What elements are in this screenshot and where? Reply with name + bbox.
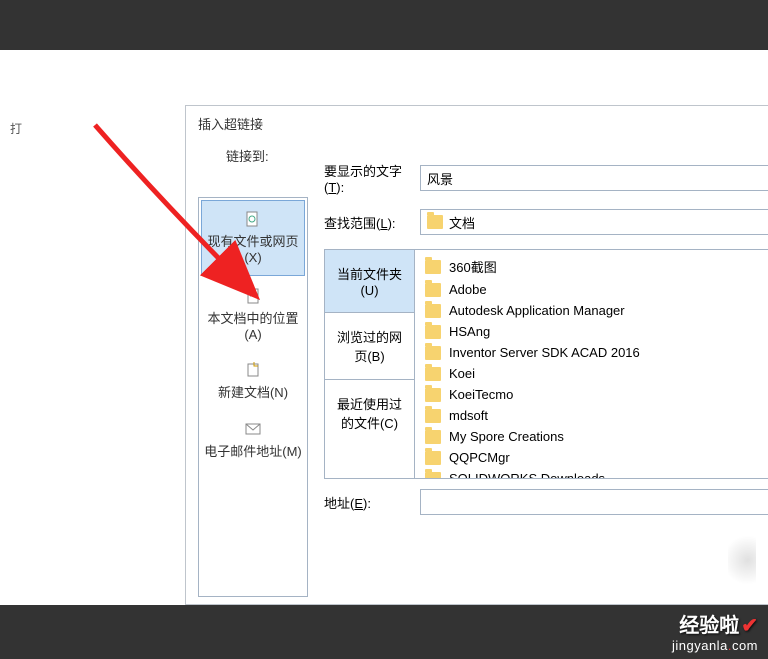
linkto-new-doc[interactable]: 新建文档(N) [199, 352, 307, 411]
list-item[interactable]: HSAng [415, 321, 768, 342]
list-item[interactable]: KoeiTecmo [415, 384, 768, 405]
linkto-existing-file[interactable]: 现有文件或网页(X) [201, 200, 305, 276]
link-to-label: 链接到: [226, 146, 269, 165]
document-icon [245, 288, 261, 304]
lookup-value: 文档 [449, 213, 475, 232]
folder-icon [425, 409, 441, 423]
list-item[interactable]: My Spore Creations [415, 426, 768, 447]
folder-icon [425, 472, 441, 479]
folder-icon [425, 260, 441, 274]
link-to-panel: 现有文件或网页(X) 本文档中的位置(A) 新建文档(N) 电子邮件地址(M) [198, 197, 308, 597]
list-item[interactable]: mdsoft [415, 405, 768, 426]
browse-area: 当前文件夹(U) 浏览过的网页(B) 最近使用过的文件(C) 360截图 Ado… [324, 249, 768, 479]
folder-icon [425, 304, 441, 318]
folder-icon [425, 388, 441, 402]
address-input[interactable] [420, 489, 768, 515]
list-item[interactable]: QQPCMgr [415, 447, 768, 468]
linkto-label: 电子邮件地址( [204, 444, 286, 459]
dialog-title: 插入超链接 [186, 106, 768, 141]
tab-current-folder[interactable]: 当前文件夹(U) [325, 250, 414, 313]
list-item[interactable]: Adobe [415, 279, 768, 300]
insert-hyperlink-dialog: 插入超链接 链接到: 现有文件或网页(X) 本文档中的位置(A) 新建文档(N)… [185, 105, 768, 605]
watermark-brand: 经验啦 [679, 615, 739, 637]
list-item[interactable]: Autodesk Application Manager [415, 300, 768, 321]
list-item[interactable]: 360截图 [415, 254, 768, 279]
browse-tabs: 当前文件夹(U) 浏览过的网页(B) 最近使用过的文件(C) [325, 250, 415, 478]
dialog-main-area: 要显示的文字(T): 查找范围(L): 文档 当前文件夹(U) [324, 161, 768, 597]
folder-icon [425, 367, 441, 381]
folder-icon [425, 325, 441, 339]
linkto-label: 新建文档( [218, 385, 274, 400]
file-list[interactable]: 360截图 Adobe Autodesk Application Manager… [415, 250, 768, 478]
address-label: 地址(E): [324, 493, 420, 512]
folder-icon [425, 283, 441, 297]
lookup-label: 查找范围(L): [324, 213, 420, 232]
decorative-shadow [728, 531, 756, 589]
folder-icon [425, 346, 441, 360]
linkto-place-in-doc[interactable]: 本文档中的位置(A) [199, 278, 307, 352]
check-icon: ✔ [741, 615, 758, 637]
left-hint-text: 打 [10, 120, 22, 137]
email-icon [245, 421, 261, 437]
folder-icon [425, 430, 441, 444]
display-text-label: 要显示的文字(T): [324, 161, 420, 195]
list-item[interactable]: Koei [415, 363, 768, 384]
tab-browsed-pages[interactable]: 浏览过的网页(B) [325, 313, 414, 380]
globe-page-icon [245, 211, 261, 227]
lookup-combo[interactable]: 文档 [420, 209, 768, 235]
new-document-icon [245, 362, 261, 378]
list-item[interactable]: Inventor Server SDK ACAD 2016 [415, 342, 768, 363]
linkto-email[interactable]: 电子邮件地址(M) [199, 411, 307, 470]
tab-recent-files[interactable]: 最近使用过的文件(C) [325, 380, 414, 446]
display-text-input[interactable] [420, 165, 768, 191]
folder-icon [425, 451, 441, 465]
list-item[interactable]: SOLIDWORKS Downloads [415, 468, 768, 478]
watermark: 经验啦✔ jingyanla.com [672, 609, 758, 653]
folder-icon [427, 215, 443, 229]
